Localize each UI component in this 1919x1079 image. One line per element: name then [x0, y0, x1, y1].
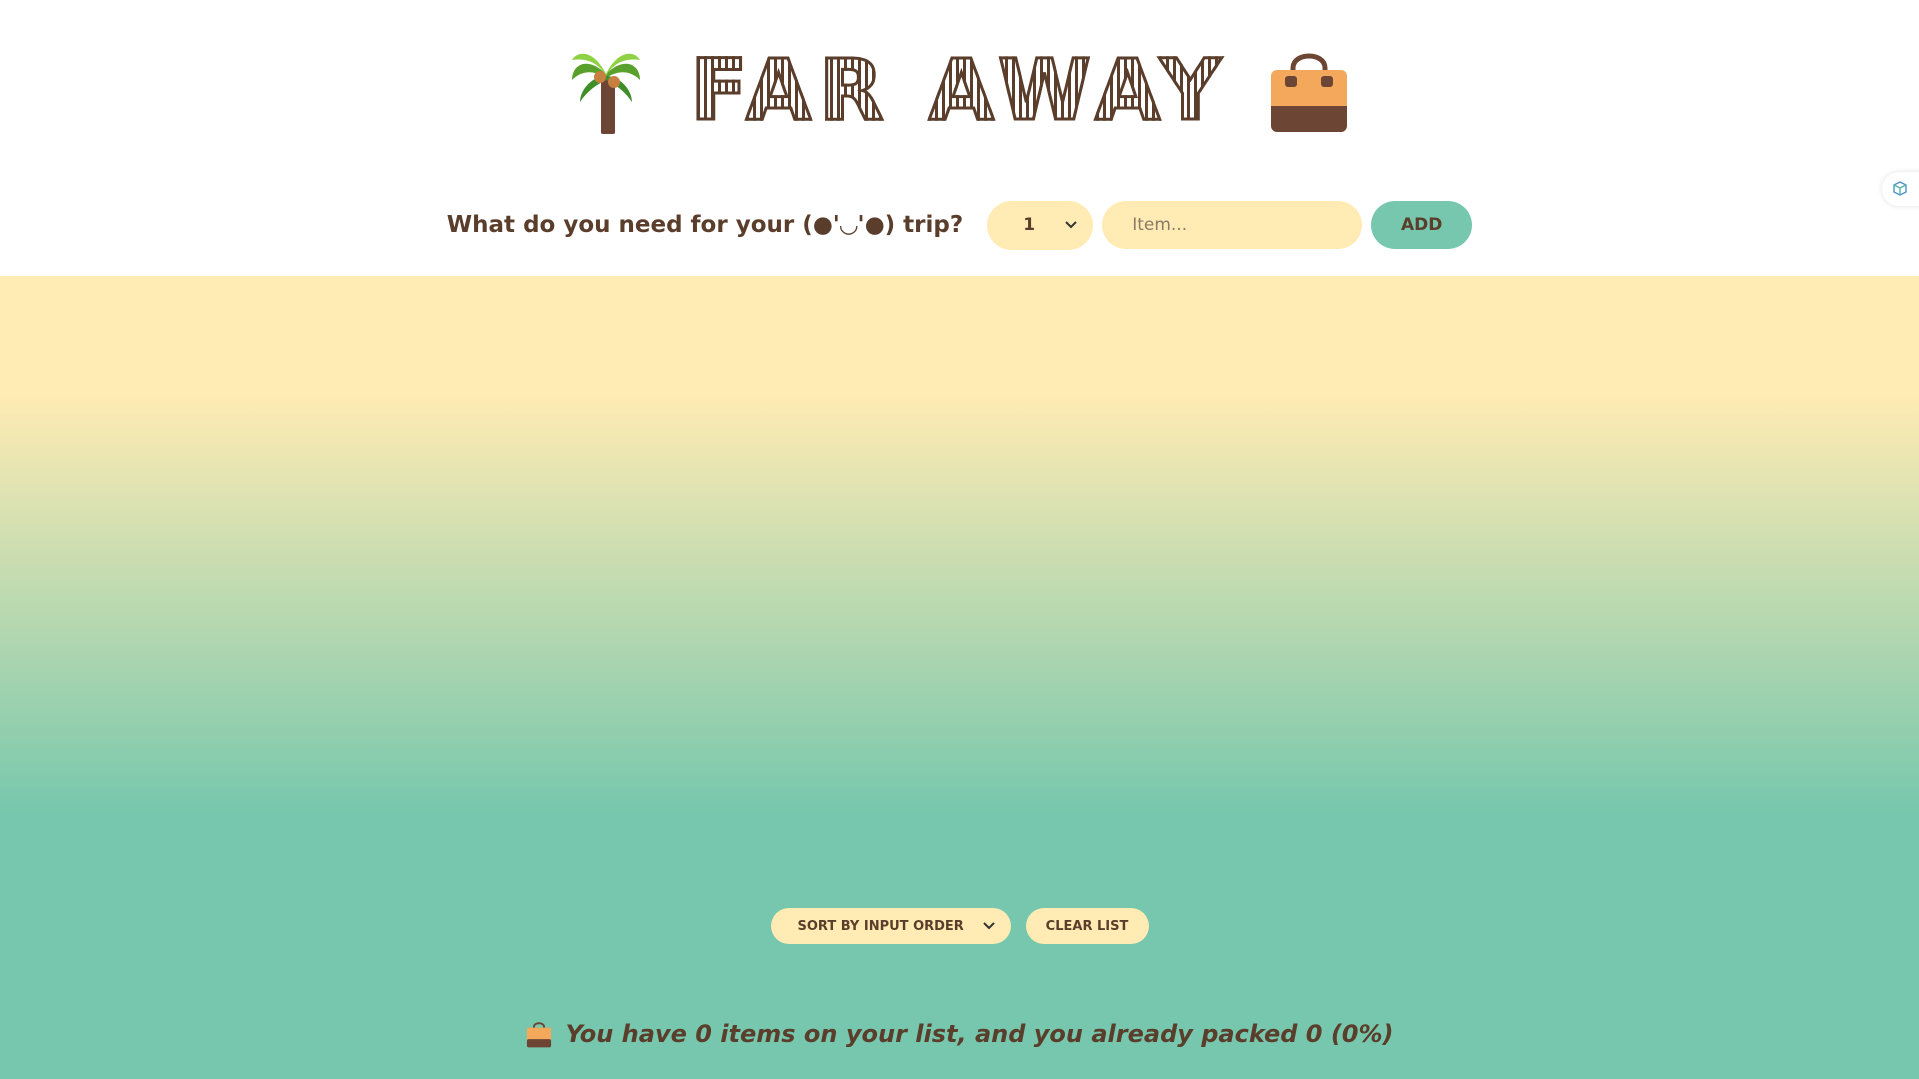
header: FAR AWAY What do you need for your (●'◡'…: [0, 0, 1919, 276]
clear-list-button[interactable]: CLEAR LIST: [1025, 908, 1149, 944]
palm-tree-icon: [572, 53, 641, 134]
extension-widget[interactable]: [1882, 172, 1919, 206]
app: FAR AWAY What do you need for your (●'◡'…: [0, 0, 1919, 1079]
chevron-down-icon: [982, 922, 995, 930]
cube-icon: [1893, 181, 1907, 196]
sort-value: SORT BY INPUT ORDER: [797, 918, 964, 934]
item-input[interactable]: [1102, 201, 1363, 249]
add-item-form: What do you need for your (●'◡'●) trip? …: [0, 200, 1919, 250]
chevron-down-icon: [1065, 221, 1077, 229]
app-title: FAR AWAY: [689, 41, 1229, 139]
quantity-select[interactable]: 1: [987, 200, 1094, 250]
quantity-value: 1: [1023, 215, 1036, 235]
packing-list: SORT BY INPUT ORDER CLEAR LIST: [0, 276, 1919, 1079]
sort-select[interactable]: SORT BY INPUT ORDER: [770, 908, 1011, 944]
handbag-icon: [527, 1022, 552, 1048]
list-actions: SORT BY INPUT ORDER CLEAR LIST: [0, 908, 1919, 944]
form-question: What do you need for your (●'◡'●) trip?: [446, 212, 964, 238]
stats-text: You have 0 items on your list, and you a…: [565, 1020, 1394, 1048]
add-button[interactable]: ADD: [1371, 201, 1473, 249]
stats-footer: You have 0 items on your list, and you a…: [0, 1012, 1919, 1056]
logo: FAR AWAY: [0, 40, 1919, 140]
handbag-icon: [1270, 53, 1347, 132]
